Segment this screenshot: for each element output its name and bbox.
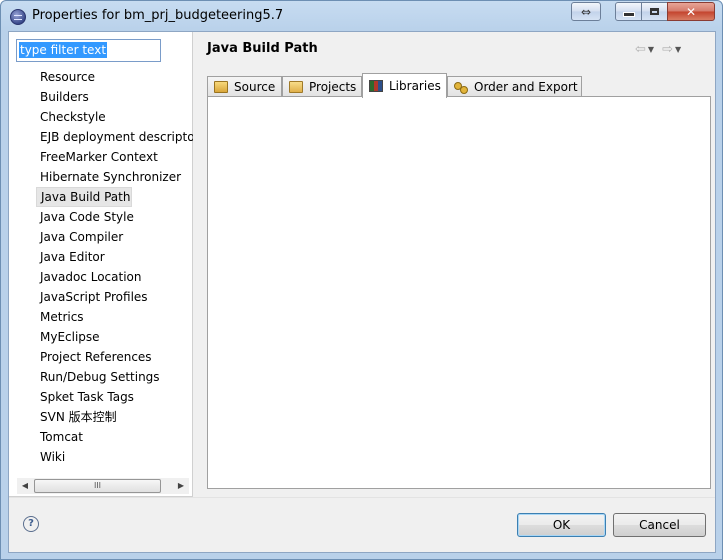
maximize-button[interactable] [641,2,668,21]
tab-libraries[interactable]: Libraries [362,73,447,98]
tab-projects[interactable]: Projects [282,76,362,97]
filter-input-text: type filter text [19,42,108,58]
close-icon: ✕ [685,4,697,19]
tab-source[interactable]: Source [207,76,282,97]
tree-item[interactable]: Javadoc Location [36,267,193,287]
libraries-icon [369,80,383,92]
tree-horizontal-scrollbar[interactable]: ◀ III ▶ [17,478,189,494]
property-page-tree-pane: type filter text Resource Builders Checkst… [9,32,193,497]
tab-label: Libraries [389,79,441,93]
order-export-icon [454,81,468,94]
properties-dialog: Properties for bm_prj_budgeteering5.7 ⇔ … [0,0,723,560]
tree-item[interactable]: JavaScript Profiles [36,287,193,307]
scrollbar-grip-icon: III [93,481,102,490]
tree-item[interactable]: Java Build Path [36,187,132,207]
tree-item[interactable]: Java Editor [36,247,193,267]
cancel-button[interactable]: Cancel [613,513,706,537]
ok-button[interactable]: OK [517,513,606,537]
help-button[interactable]: ? [23,516,39,532]
help-icon: ? [28,518,34,529]
libraries-tab-panel [207,96,711,489]
scroll-left-arrow-icon[interactable]: ◀ [17,478,33,494]
title-bar[interactable]: Properties for bm_prj_budgeteering5.7 ⇔ … [1,1,722,31]
page-history-nav: ⇦ ▼ ⇨ ▼ [635,41,687,57]
maximize-icon [650,8,659,15]
scroll-right-arrow-icon[interactable]: ▶ [173,478,189,494]
tree-item[interactable]: Project References [36,347,193,367]
forward-arrow-icon[interactable]: ⇨ [662,42,673,57]
scrollbar-thumb[interactable]: III [34,479,161,493]
forward-dropdown-icon[interactable]: ▼ [675,45,681,54]
tree-item[interactable]: Tomcat [36,427,193,447]
tree-item[interactable]: Metrics [36,307,193,327]
page-title: Java Build Path [207,41,318,56]
tree-item[interactable]: Hibernate Synchronizer [36,167,193,187]
property-page-tree: Resource Builders Checkstyle EJB deployment… [36,67,193,467]
eclipse-icon [10,9,26,25]
tree-item[interactable]: Java Code Style [36,207,193,227]
tree-item[interactable]: SVN 版本控制 [36,407,193,427]
source-folder-icon [214,81,228,93]
resize-arrows-icon: ⇔ [580,4,592,19]
resize-button[interactable]: ⇔ [571,2,601,21]
minimize-button[interactable] [615,2,642,21]
dialog-body: type filter text Resource Builders Checkst… [8,31,716,553]
project-folder-icon [289,81,303,93]
tree-item[interactable]: Checkstyle [36,107,193,127]
back-arrow-icon[interactable]: ⇦ [635,42,646,57]
tree-item[interactable]: Run/Debug Settings [36,367,193,387]
tab-order-and-export[interactable]: Order and Export [447,76,582,97]
close-button[interactable]: ✕ [667,2,715,21]
tree-item[interactable]: Spket Task Tags [36,387,193,407]
tree-item[interactable]: Resource [36,67,193,87]
tree-item[interactable]: EJB deployment descriptor [36,127,193,147]
minimize-icon [622,12,635,17]
window-title: Properties for bm_prj_budgeteering5.7 [32,8,284,23]
tree-item[interactable]: Builders [36,87,193,107]
tab-label: Source [234,80,276,94]
tree-item[interactable]: MyEclipse [36,327,193,347]
filter-input[interactable]: type filter text [16,39,161,62]
tree-item[interactable]: FreeMarker Context [36,147,193,167]
tab-label: Projects [309,80,357,94]
tab-label: Order and Export [474,80,578,94]
tree-item[interactable]: Java Compiler [36,227,193,247]
tree-item[interactable]: Wiki [36,447,193,467]
back-dropdown-icon[interactable]: ▼ [648,45,654,54]
footer-divider [9,497,715,498]
